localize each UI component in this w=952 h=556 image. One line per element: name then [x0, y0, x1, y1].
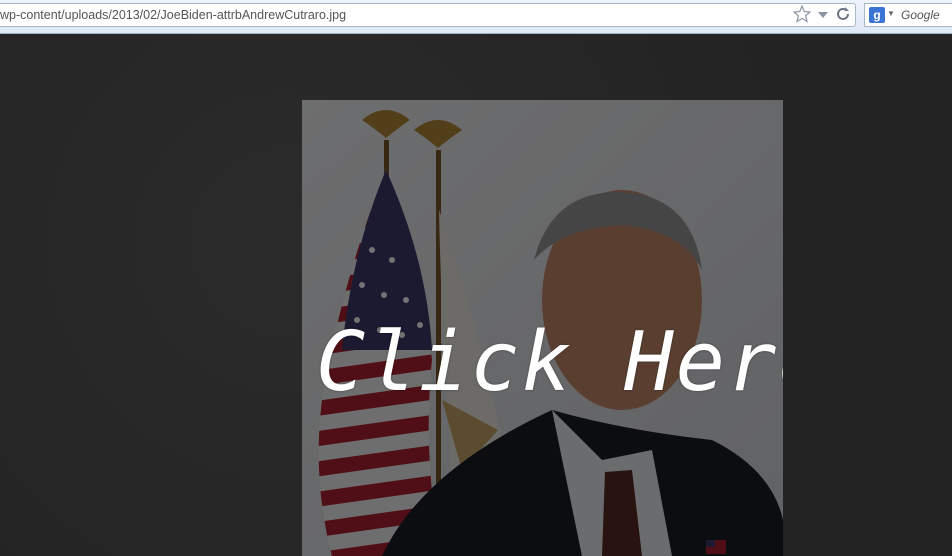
browser-toolbar: wp-content/uploads/2013/02/JoeBiden-attr… [0, 0, 952, 34]
address-bar-icons [792, 3, 851, 28]
address-bar-url[interactable]: wp-content/uploads/2013/02/JoeBiden-attr… [0, 8, 346, 22]
click-here-overlay-text[interactable]: Click Here [316, 322, 783, 404]
dropdown-arrow-icon[interactable] [817, 7, 829, 25]
star-icon[interactable] [792, 3, 812, 28]
portrait-image[interactable]: Click Here [302, 100, 783, 556]
search-engine-label: Google [901, 8, 940, 22]
google-search-icon[interactable]: g [869, 7, 885, 23]
reload-icon[interactable] [835, 6, 851, 27]
caret-down-icon[interactable]: ▼ [887, 9, 895, 18]
address-bar[interactable]: wp-content/uploads/2013/02/JoeBiden-attr… [0, 3, 856, 27]
search-box[interactable]: g ▼ Google [864, 3, 952, 27]
